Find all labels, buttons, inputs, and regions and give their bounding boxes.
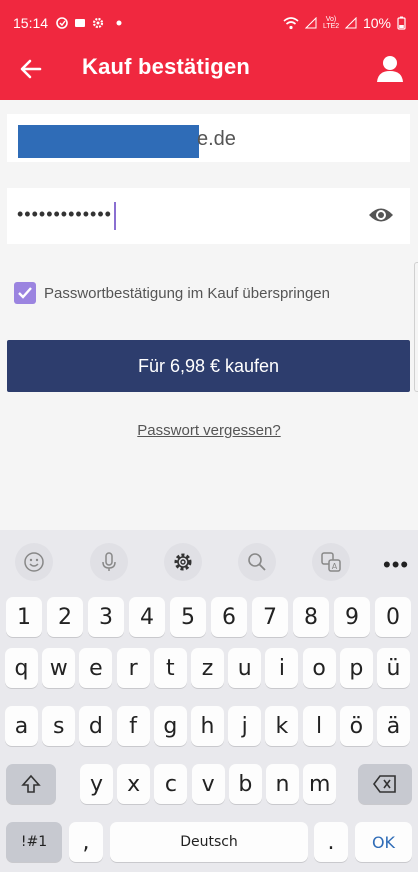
settings-notification-icon (92, 17, 104, 29)
page-title: Kauf bestätigen (82, 54, 251, 79)
backspace-icon (373, 775, 396, 793)
more-notifications-icon (116, 20, 122, 26)
password-mask: ••••••••••••• (17, 204, 112, 224)
key-s[interactable]: s (42, 706, 76, 746)
email-field[interactable]: e.de (7, 114, 410, 162)
key-7[interactable]: 7 (252, 597, 288, 637)
skip-confirmation-label: Passwortbestätigung im Kauf überspringen (44, 284, 330, 302)
key-r[interactable]: r (116, 648, 150, 688)
key-l[interactable]: l (302, 706, 336, 746)
key-u[interactable]: u (228, 648, 262, 688)
search-button[interactable] (238, 543, 276, 581)
emoji-icon (24, 552, 44, 572)
key-j[interactable]: j (228, 706, 262, 746)
key-d[interactable]: d (79, 706, 113, 746)
key-o[interactable]: o (302, 648, 336, 688)
redacted-email (18, 125, 199, 158)
show-password-eye-icon[interactable] (368, 204, 394, 226)
key-ü[interactable]: ü (377, 648, 410, 688)
checkmark-icon (18, 287, 32, 299)
email-suffix-text: e.de (197, 128, 236, 150)
svg-text:A: A (332, 562, 338, 571)
forgot-password-link[interactable]: Passwort vergessen? (0, 422, 418, 439)
key-p[interactable]: p (339, 648, 373, 688)
search-icon (248, 553, 266, 571)
translate-button[interactable]: A (312, 543, 350, 581)
buy-button[interactable]: Für 6,98 € kaufen (7, 340, 410, 392)
shift-icon (21, 774, 41, 793)
key-n[interactable]: n (266, 764, 299, 804)
microphone-icon (102, 552, 116, 571)
key-b[interactable]: b (228, 764, 262, 804)
key-1[interactable]: 1 (6, 597, 42, 637)
sync-icon (56, 17, 68, 29)
battery-icon (397, 16, 406, 30)
key-y[interactable]: y (80, 764, 113, 804)
key-9[interactable]: 9 (334, 597, 370, 637)
wifi-icon (283, 16, 299, 29)
scrollbar[interactable] (414, 262, 418, 392)
key-i[interactable]: i (265, 648, 299, 688)
key-ö[interactable]: ö (339, 706, 373, 746)
network-label: Vo) LTE2 (322, 16, 340, 30)
status-time: 15:14 (13, 15, 49, 31)
key-f[interactable]: f (116, 706, 150, 746)
translate-icon: A (321, 552, 341, 572)
key-t[interactable]: t (153, 648, 187, 688)
key-0[interactable]: 0 (375, 597, 411, 637)
status-bar: 15:14 Vo) LTE2 10% (0, 0, 418, 46)
emoji-button[interactable] (15, 543, 53, 581)
key-8[interactable]: 8 (293, 597, 329, 637)
app-bar: Kauf bestätigen (0, 46, 418, 100)
key-x[interactable]: x (117, 764, 151, 804)
voice-input-button[interactable] (90, 543, 128, 581)
key-2[interactable]: 2 (47, 597, 83, 637)
user-profile-icon[interactable] (374, 52, 406, 84)
key-6[interactable]: 6 (211, 597, 247, 637)
space-key[interactable]: Deutsch (110, 822, 308, 862)
key-h[interactable]: h (191, 706, 224, 746)
ok-key[interactable]: OK (355, 822, 412, 862)
skip-confirmation-checkbox[interactable] (14, 282, 36, 304)
period-key[interactable]: . (314, 822, 348, 862)
key-m[interactable]: m (303, 764, 337, 804)
key-3[interactable]: 3 (88, 597, 124, 637)
key-q[interactable]: q (5, 648, 38, 688)
keyboard-toolbar: A ••• (0, 530, 418, 590)
symbols-key[interactable]: !#1 (6, 822, 62, 862)
key-a[interactable]: a (5, 706, 38, 746)
keyboard: A ••• 1234567890 qwertzuiopü asdfghjklöä yx… (0, 530, 418, 872)
backspace-key[interactable] (358, 764, 412, 804)
shift-key[interactable] (6, 764, 56, 804)
more-options-icon[interactable]: ••• (383, 552, 409, 578)
app-notification-icon (75, 19, 86, 27)
login-form: e.de ••••••••••••• Passwortbestätigung i… (0, 100, 418, 530)
key-k[interactable]: k (265, 706, 299, 746)
skip-confirmation-row[interactable]: Passwortbestätigung im Kauf überspringen (14, 282, 330, 304)
signal-icon-2 (344, 17, 357, 29)
signal-icon-1 (304, 17, 317, 29)
comma-key[interactable]: , (69, 822, 103, 862)
text-cursor (114, 202, 116, 230)
battery-percent: 10% (362, 15, 391, 31)
key-ä[interactable]: ä (377, 706, 410, 746)
key-v[interactable]: v (191, 764, 225, 804)
key-5[interactable]: 5 (170, 597, 206, 637)
gear-icon (174, 553, 192, 571)
key-4[interactable]: 4 (129, 597, 165, 637)
password-field[interactable]: ••••••••••••• (7, 188, 410, 244)
key-e[interactable]: e (79, 648, 113, 688)
key-c[interactable]: c (154, 764, 188, 804)
back-arrow-icon[interactable] (18, 56, 44, 82)
keyboard-settings-button[interactable] (164, 543, 202, 581)
key-w[interactable]: w (42, 648, 76, 688)
key-g[interactable]: g (153, 706, 187, 746)
key-z[interactable]: z (191, 648, 224, 688)
top-bar: 15:14 Vo) LTE2 10% Kauf bestätigen (0, 0, 418, 100)
